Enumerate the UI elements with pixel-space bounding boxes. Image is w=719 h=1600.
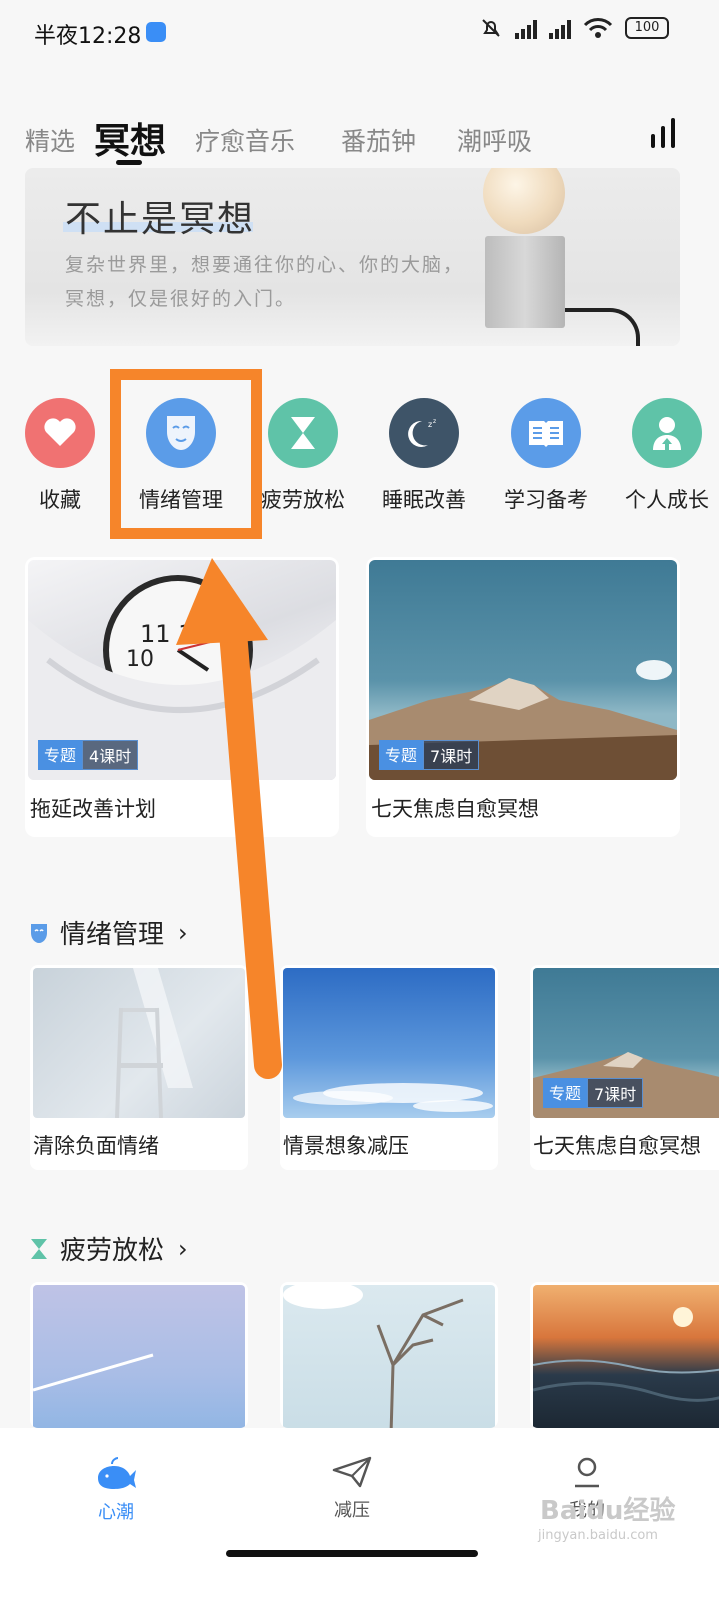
book-icon xyxy=(511,398,581,468)
tab-healing-music[interactable]: 疗愈音乐 xyxy=(195,122,295,158)
status-time: 半夜12:28 xyxy=(34,24,142,49)
category-sleep[interactable]: zz 睡眠改善 xyxy=(364,398,484,514)
mask-icon xyxy=(31,923,47,943)
nav-xinchao[interactable]: 心潮 xyxy=(66,1456,166,1524)
mountain-image: 专题 7课时 xyxy=(533,968,719,1118)
category-tabs: 精选 冥想 疗愈音乐 番茄钟 潮呼吸 xyxy=(0,104,719,168)
content-title: 七天焦虑自愈冥想 xyxy=(533,1134,701,1158)
nav-label: 减压 xyxy=(334,1500,370,1521)
bottom-navigation: 心潮 减压 我的 Baidu经验 jingyan.baidu.com xyxy=(0,1428,719,1600)
mountain-image: 专题 7课时 xyxy=(369,560,677,780)
chevron-right-icon: › xyxy=(178,1234,188,1263)
tab-tide-breathing[interactable]: 潮呼吸 xyxy=(457,122,532,158)
content-card[interactable] xyxy=(530,1282,719,1428)
nav-stress-relief[interactable]: 减压 xyxy=(302,1456,402,1522)
section-header-fatigue[interactable]: 疲劳放松 › xyxy=(30,1230,188,1267)
chevron-right-icon: › xyxy=(178,918,188,947)
hourglass-icon xyxy=(31,1238,47,1259)
hourglass-icon xyxy=(268,398,338,468)
hero-banner[interactable]: 不止是冥想 复杂世界里，想要通往你的心、你的大脑，冥想，仅是很好的入门。 xyxy=(25,168,680,346)
status-icons: 100 xyxy=(479,16,669,40)
whale-icon xyxy=(98,1457,136,1489)
tab-meditation[interactable]: 冥想 xyxy=(94,112,166,164)
svg-text:z: z xyxy=(433,418,436,425)
hd-signal-icon xyxy=(515,17,537,39)
svg-text:11 12: 11 12 xyxy=(140,620,209,648)
nav-label: 心潮 xyxy=(98,1502,134,1523)
category-study[interactable]: 学习备考 xyxy=(486,398,606,514)
chair-image xyxy=(33,968,245,1118)
baidu-watermark: Baidu经验 xyxy=(540,1496,676,1526)
content-card[interactable]: 专题 7课时 七天焦虑自愈冥想 xyxy=(530,965,719,1170)
topic-badge: 专题 4课时 xyxy=(38,740,139,770)
section-header-emotion[interactable]: 情绪管理 › xyxy=(30,914,188,951)
topic-card-procrastination[interactable]: 11 12 10 专题 4课时 拖延改善计划 xyxy=(25,557,339,837)
tabs-menu-icon[interactable] xyxy=(651,118,677,148)
topic-card-anxiety[interactable]: 专题 7课时 七天焦虑自愈冥想 xyxy=(366,557,680,837)
annotation-highlight-box xyxy=(110,369,262,539)
lamp-bulb-image xyxy=(483,168,565,234)
topic-badge: 专题 7课时 xyxy=(379,740,480,770)
mute-bell-icon xyxy=(482,19,500,37)
person-icon xyxy=(632,398,702,468)
content-card[interactable]: 情景想象减压 xyxy=(280,965,498,1170)
topic-title: 七天焦虑自愈冥想 xyxy=(371,797,539,821)
active-tab-indicator xyxy=(116,160,142,165)
category-label: 睡眠改善 xyxy=(382,488,466,512)
heart-icon xyxy=(25,398,95,468)
content-title: 清除负面情绪 xyxy=(33,1134,159,1158)
clock-cloth-image: 11 12 10 专题 4课时 xyxy=(28,560,336,780)
content-title: 情景想象减压 xyxy=(283,1134,409,1158)
section-title: 疲劳放松 xyxy=(60,1236,165,1266)
lamp-cord-image xyxy=(565,308,640,346)
paper-plane-icon xyxy=(332,1456,372,1488)
content-badge: 专题 7课时 xyxy=(543,1078,644,1108)
topic-title: 拖延改善计划 xyxy=(30,797,156,821)
content-card[interactable]: 清除负面情绪 xyxy=(30,965,248,1170)
airplane-sky-image xyxy=(33,1285,245,1428)
tab-featured[interactable]: 精选 xyxy=(25,122,75,158)
ocean-sunset-image xyxy=(533,1285,719,1428)
battery-icon: 100 xyxy=(625,17,669,39)
banner-title: 不止是冥想 xyxy=(65,199,256,240)
svg-text:z: z xyxy=(428,420,432,429)
category-label: 个人成长 xyxy=(625,488,709,512)
section-title: 情绪管理 xyxy=(60,920,165,950)
category-label: 学习备考 xyxy=(504,488,588,512)
baidu-watermark-url: jingyan.baidu.com xyxy=(538,1528,658,1543)
hd-signal-icon xyxy=(549,17,571,39)
category-favorites[interactable]: 收藏 xyxy=(0,398,120,514)
sky-clouds-image xyxy=(283,968,495,1118)
category-personal-growth[interactable]: 个人成长 xyxy=(607,398,719,514)
app-notification-icon xyxy=(146,22,166,42)
lamp-base-image xyxy=(485,236,565,328)
content-card[interactable] xyxy=(280,1282,498,1428)
bare-tree-image xyxy=(283,1285,495,1428)
status-bar: 半夜12:28 100 xyxy=(0,0,719,66)
moon-icon: zz xyxy=(389,398,459,468)
svg-text:10: 10 xyxy=(126,647,154,672)
tab-pomodoro[interactable]: 番茄钟 xyxy=(341,122,416,158)
banner-subtitle: 复杂世界里，想要通往你的心、你的大脑，冥想，仅是很好的入门。 xyxy=(65,254,465,310)
category-label: 收藏 xyxy=(39,488,81,512)
user-icon xyxy=(575,1457,599,1488)
home-indicator[interactable] xyxy=(226,1550,478,1557)
content-card[interactable] xyxy=(30,1282,248,1428)
wifi-icon xyxy=(583,18,613,38)
